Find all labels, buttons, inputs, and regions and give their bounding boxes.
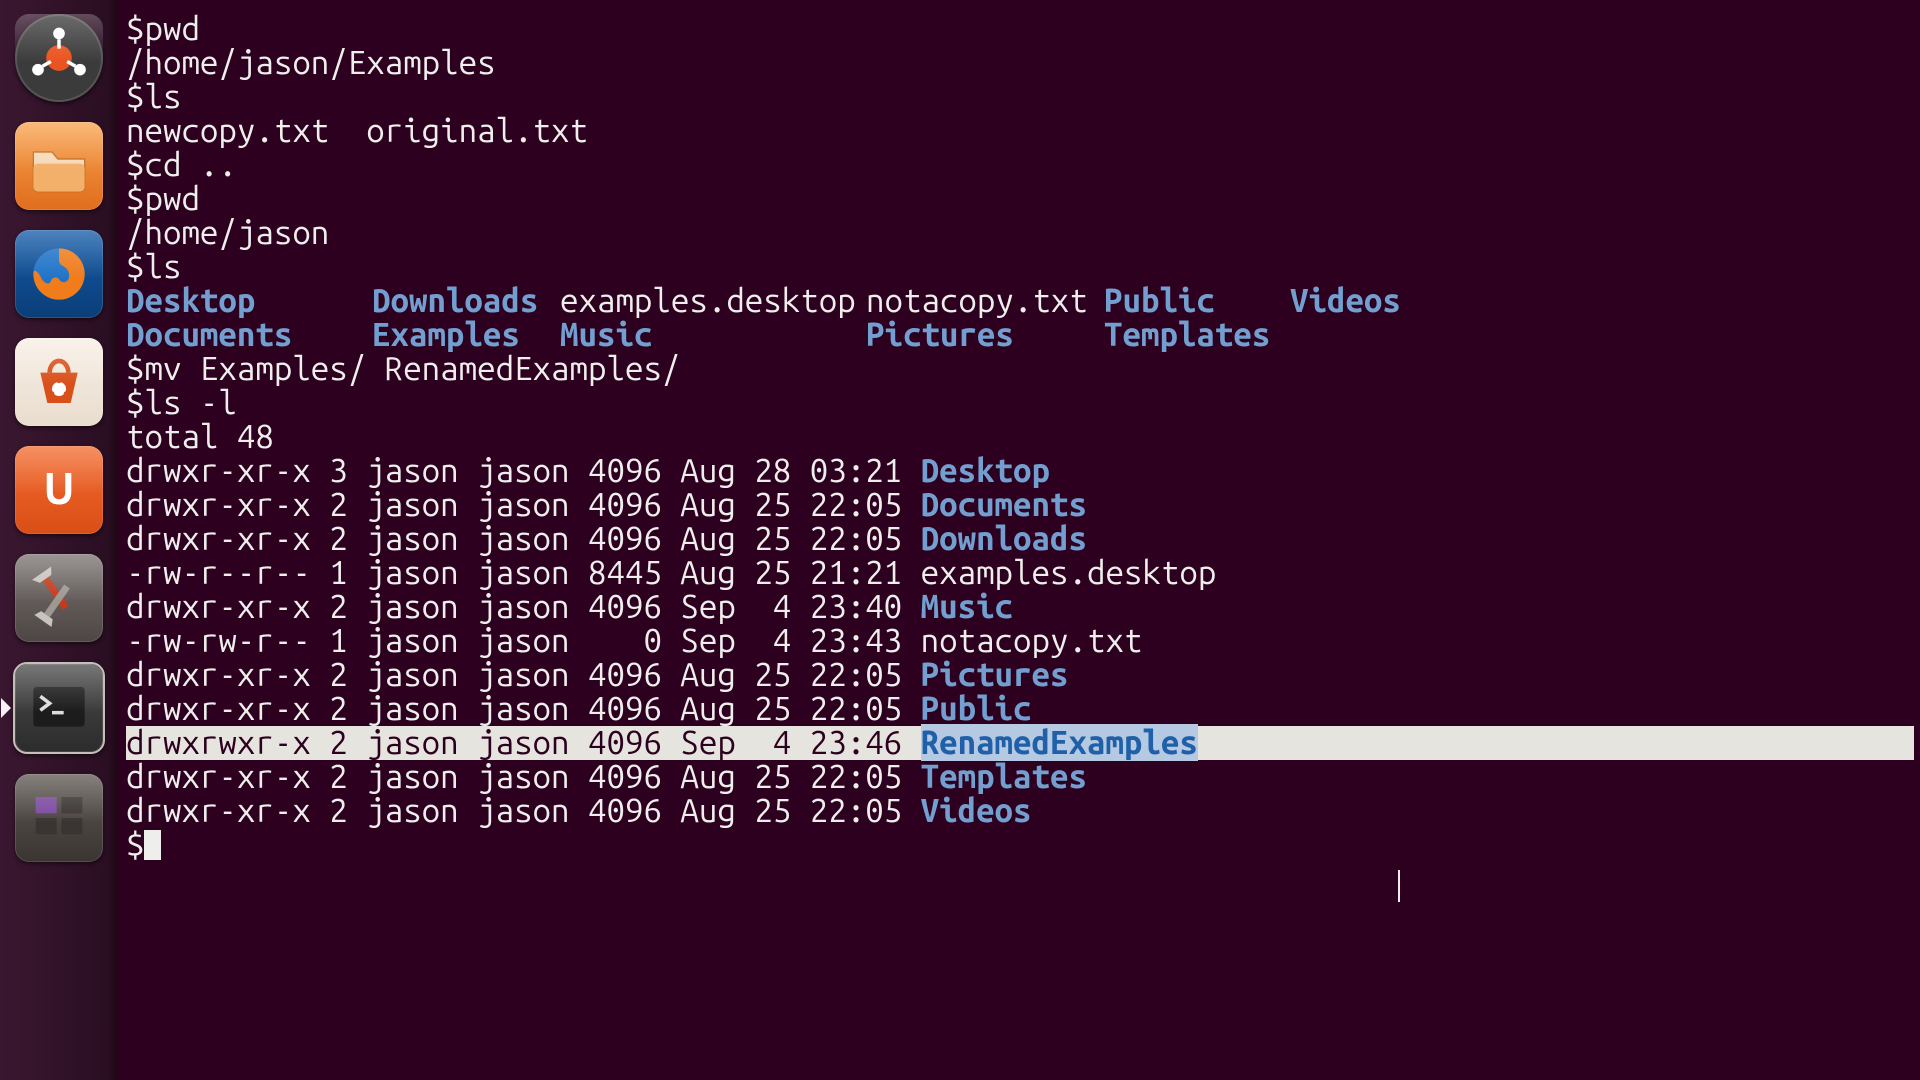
- terminal-line: $mv Examples/ RenamedExamples/: [126, 352, 1920, 386]
- ubuntuone-icon: U: [24, 455, 94, 525]
- terminal-button[interactable]: [13, 662, 105, 754]
- terminal-line: newcopy.txt original.txt: [126, 114, 1920, 148]
- file-name: Documents: [921, 486, 1087, 523]
- ls-row: DocumentsExamplesMusicPicturesTemplates: [126, 318, 1920, 352]
- terminal-line: $ls -l: [126, 386, 1920, 420]
- ls-entry: Examples: [372, 318, 560, 352]
- terminal-line: $pwd: [126, 12, 1920, 46]
- ls-long-row: drwxr-xr-x 2 jason jason 4096 Sep 4 23:4…: [126, 590, 1920, 624]
- ubuntu-one-button[interactable]: U: [15, 446, 103, 534]
- file-name: RenamedExamples: [921, 724, 1198, 761]
- ls-long-row: drwxr-xr-x 2 jason jason 4096 Aug 25 22:…: [126, 794, 1920, 828]
- terminal-line: $pwd: [126, 182, 1920, 216]
- terminal-line: $ls: [126, 250, 1920, 284]
- dash-button[interactable]: [15, 14, 103, 102]
- terminal-line: total 48: [126, 420, 1920, 454]
- svg-text:U: U: [43, 464, 74, 513]
- firefox-button[interactable]: [15, 230, 103, 318]
- ls-entry: Templates: [1104, 318, 1290, 352]
- prompt-line[interactable]: $: [126, 828, 1920, 862]
- ls-entry: Documents: [126, 318, 372, 352]
- ls-entry: Public: [1104, 284, 1290, 318]
- ls-long-row: drwxr-xr-x 3 jason jason 4096 Aug 28 03:…: [126, 454, 1920, 488]
- ls-long-row: drwxr-xr-x 2 jason jason 4096 Aug 25 22:…: [126, 692, 1920, 726]
- files-button[interactable]: [15, 122, 103, 210]
- file-name: Downloads: [921, 520, 1087, 557]
- ls-long-row: drwxr-xr-x 2 jason jason 4096 Aug 25 22:…: [126, 488, 1920, 522]
- ls-entry: Desktop: [126, 284, 372, 318]
- settings-icon: [24, 563, 94, 633]
- terminal-icon: [24, 673, 94, 743]
- ls-entry: notacopy.txt: [866, 284, 1104, 318]
- ls-long-row: drwxr-xr-x 2 jason jason 4096 Aug 25 22:…: [126, 658, 1920, 692]
- terminal-line: $ls: [126, 80, 1920, 114]
- ls-entry: Videos: [1290, 284, 1430, 318]
- file-name: Desktop: [921, 452, 1050, 489]
- file-name: Templates: [921, 758, 1087, 795]
- file-name: notacopy.txt: [921, 622, 1143, 659]
- file-name: Pictures: [921, 656, 1069, 693]
- file-name: Public: [921, 690, 1032, 727]
- ls-long-row: drwxrwxr-x 2 jason jason 4096 Sep 4 23:4…: [126, 726, 1920, 760]
- file-name: Music: [921, 588, 1013, 625]
- ls-long-row: drwxr-xr-x 2 jason jason 4096 Aug 25 22:…: [126, 760, 1920, 794]
- terminal-line: /home/jason: [126, 216, 1920, 250]
- ls-row: DesktopDownloadsexamples.desktopnotacopy…: [126, 284, 1920, 318]
- dash-icon: [24, 23, 94, 93]
- firefox-icon: [24, 239, 94, 309]
- ls-entry: Pictures: [866, 318, 1104, 352]
- terminal-line: /home/jason/Examples: [126, 46, 1920, 80]
- unity-launcher: U: [0, 0, 118, 1080]
- ls-entry: Downloads: [372, 284, 560, 318]
- terminal-window[interactable]: $pwd/home/jason/Examples$lsnewcopy.txt o…: [120, 0, 1920, 1080]
- files-icon: [24, 131, 94, 201]
- ls-entry: Music: [560, 318, 866, 352]
- workspace-switcher-button[interactable]: [15, 774, 103, 862]
- file-name: examples.desktop: [921, 554, 1217, 591]
- software-icon: [24, 347, 94, 417]
- ls-long-row: -rw-r--r-- 1 jason jason 8445 Aug 25 21:…: [126, 556, 1920, 590]
- text-caret: [1398, 870, 1400, 902]
- ls-long-row: -rw-rw-r-- 1 jason jason 0 Sep 4 23:43 n…: [126, 624, 1920, 658]
- workspace-icon: [24, 783, 94, 853]
- cursor: [144, 830, 161, 860]
- ls-long-row: drwxr-xr-x 2 jason jason 4096 Aug 25 22:…: [126, 522, 1920, 556]
- file-name: Videos: [921, 792, 1032, 829]
- terminal-line: $cd ..: [126, 148, 1920, 182]
- software-center-button[interactable]: [15, 338, 103, 426]
- settings-button[interactable]: [15, 554, 103, 642]
- ls-entry: examples.desktop: [560, 284, 866, 318]
